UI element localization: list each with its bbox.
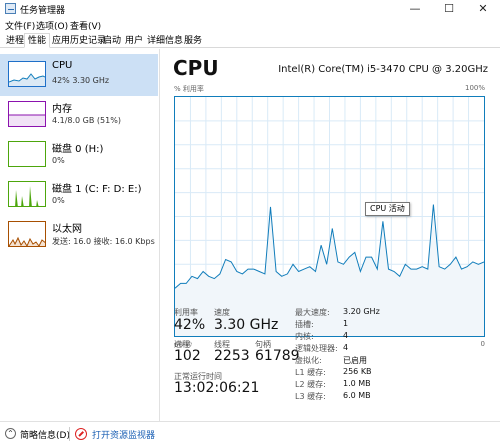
processes-value: 102: [174, 348, 201, 364]
cpu-model-name: Intel(R) Core(TM) i5-3470 CPU @ 3.20GHz: [278, 64, 488, 75]
ethernet-thumbnail-graph: [8, 221, 46, 247]
sidebar-item-label: 以太网: [52, 224, 82, 235]
sidebar-item-ethernet[interactable]: 以太网 发送: 16.0 接收: 16.0 Kbps: [0, 214, 158, 256]
virtualization-value: 已启用: [343, 356, 367, 365]
cpu-thumbnail-graph: [8, 61, 46, 87]
sockets-value: 1: [343, 319, 349, 328]
threads-value: 2253: [214, 348, 250, 364]
max-speed-label: 最大速度:: [295, 308, 330, 317]
graph-y-max-label: 100%: [464, 84, 485, 92]
cpu-graph-canvas: [175, 97, 484, 336]
l2-cache-label: L2 缓存:: [295, 380, 326, 389]
tab-bar: 进程 性能 应用历史记录 启动 用户 详细信息 服务: [0, 32, 500, 48]
logical-processors-label: 逻辑处理器:: [295, 344, 338, 353]
sidebar-item-disk-1[interactable]: 磁盘 1 (C: F: D: E:) 0%: [0, 174, 158, 216]
minimize-button[interactable]: —: [398, 0, 432, 18]
menu-view[interactable]: 查看(V): [70, 19, 101, 32]
chevron-up-icon[interactable]: ⌃: [5, 428, 16, 439]
speed-value: 3.30 GHz: [214, 317, 279, 333]
menu-file[interactable]: 文件(F): [5, 19, 35, 32]
menu-bar: 文件(F) 选项(O) 查看(V): [0, 18, 500, 32]
logical-processors-value: 4: [343, 343, 349, 352]
fewer-details-link[interactable]: 简略信息(D): [20, 428, 70, 441]
sidebar-item-label: 内存: [52, 104, 72, 115]
status-bar: ⌃ 简略信息(D) 打开资源监视器: [0, 421, 500, 446]
cores-label: 内核:: [295, 332, 314, 341]
cpu-utilization-graph[interactable]: [174, 96, 485, 337]
l3-cache-value: 6.0 MB: [343, 391, 371, 400]
sidebar-item-disk-0[interactable]: 磁盘 0 (H:) 0%: [0, 134, 158, 176]
virtualization-label: 虚拟化:: [295, 356, 322, 365]
memory-thumbnail-graph: [8, 101, 46, 127]
tab-performance[interactable]: 性能: [24, 33, 51, 48]
sidebar-item-cpu[interactable]: CPU 42% 3.30 GHz: [0, 54, 158, 96]
cpu-detail-panel: CPU Intel(R) Core(TM) i5-3470 CPU @ 3.20…: [160, 49, 500, 421]
cores-value: 4: [343, 331, 349, 340]
resource-sidebar: CPU 42% 3.30 GHz 内存 4.1/8.0 GB (51%) 磁盘 …: [0, 49, 160, 421]
uptime-value: 13:02:06:21: [174, 380, 260, 396]
max-speed-value: 3.20 GHz: [343, 307, 380, 316]
sidebar-item-memory[interactable]: 内存 4.1/8.0 GB (51%): [0, 94, 158, 136]
title-bar: 任务管理器 — ☐ ✕: [0, 0, 500, 18]
utilization-value: 42%: [174, 317, 206, 333]
resource-monitor-icon[interactable]: [75, 428, 87, 440]
maximize-button[interactable]: ☐: [432, 0, 466, 18]
graph-y-label: % 利用率: [174, 85, 204, 93]
sidebar-item-label: CPU: [52, 60, 73, 71]
sidebar-item-value: 0%: [52, 196, 65, 205]
task-manager-icon: [5, 3, 16, 14]
l1-cache-label: L1 缓存:: [295, 368, 326, 377]
l3-cache-label: L3 缓存:: [295, 392, 326, 401]
l2-cache-value: 1.0 MB: [343, 379, 371, 388]
sidebar-item-value: 0%: [52, 156, 65, 165]
sidebar-item-label: 磁盘 1 (C: F: D: E:): [52, 184, 142, 195]
sidebar-item-value: 4.1/8.0 GB (51%): [52, 116, 121, 125]
open-resource-monitor-link[interactable]: 打开资源监视器: [92, 428, 155, 441]
handles-value: 61789: [255, 348, 300, 364]
page-title: CPU: [173, 56, 219, 80]
tab-services[interactable]: 服务: [180, 33, 206, 48]
sidebar-item-label: 磁盘 0 (H:): [52, 144, 104, 155]
sockets-label: 插槽:: [295, 320, 314, 329]
disk-1-thumbnail-graph: [8, 181, 46, 207]
disk-0-thumbnail-graph: [8, 141, 46, 167]
window-title: 任务管理器: [20, 6, 66, 16]
menu-options[interactable]: 选项(O): [36, 19, 68, 32]
cpu-activity-tooltip: CPU 活动: [365, 202, 410, 216]
status-divider: [69, 427, 70, 441]
sidebar-item-value: 42% 3.30 GHz: [52, 76, 110, 85]
graph-time-end-label: 0: [480, 340, 485, 348]
sidebar-item-value: 发送: 16.0 接收: 16.0 Kbps: [52, 237, 155, 246]
close-button[interactable]: ✕: [466, 0, 500, 18]
l1-cache-value: 256 KB: [343, 367, 372, 376]
